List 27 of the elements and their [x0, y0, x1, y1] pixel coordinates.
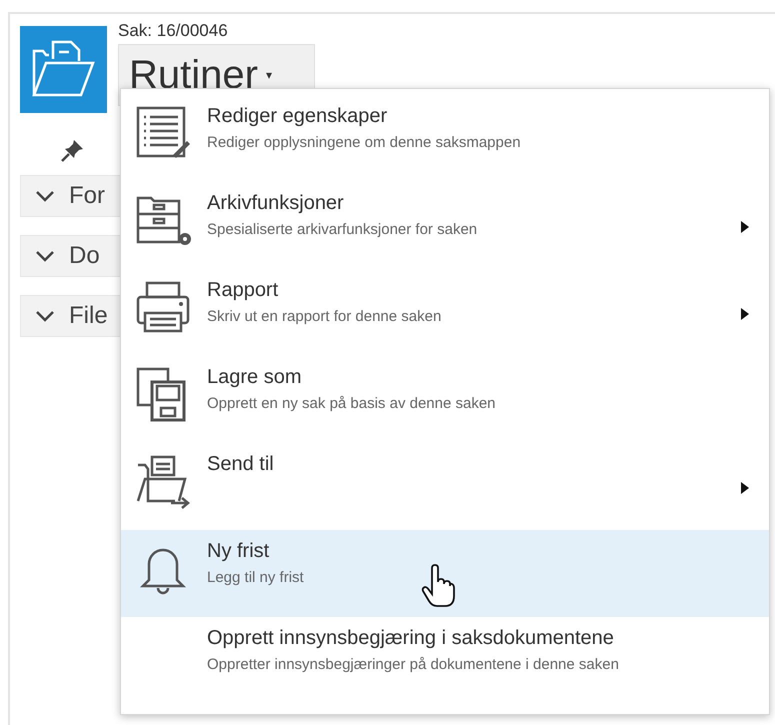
section-title: Do: [69, 242, 100, 270]
menu-item-description: Opprett en ny sak på basis av denne saken: [207, 395, 497, 412]
menu-item-description: Legg til ny frist: [207, 569, 305, 586]
menu-item[interactable]: Arkivfunksjoner Spesialiserte arkivarfunksjoner for saken: [121, 182, 769, 269]
menu-item[interactable]: Rapport Skriv ut en rapport for denne saken: [121, 269, 769, 356]
menu-item-description: Oppretter innsynsbegjæringer på dokumentene i denne saken: [207, 656, 620, 673]
menu-item-description: Rediger opplysningene om denne saksmappen: [207, 134, 522, 151]
section-title: File: [69, 302, 108, 330]
edit-list-icon: [135, 105, 191, 161]
printer-icon: [135, 279, 191, 335]
pin-icon[interactable]: [60, 137, 86, 163]
section-title: For: [69, 182, 105, 210]
hand-cursor-icon: [421, 564, 455, 608]
menu-item[interactable]: Lagre som Opprett en ny sak på basis av denne saken: [121, 356, 769, 443]
menu-item-title: Lagre som: [207, 366, 302, 389]
menu-item-title: Rapport: [207, 279, 280, 302]
menu-item-title: Opprett innsynsbegjæring i saksdokumentene: [207, 627, 615, 650]
case-number: Sak: 16/00046: [118, 20, 229, 42]
menu-item-title: Rediger egenskaper: [207, 105, 388, 128]
menu-item-title: Send til: [207, 453, 275, 476]
menu-item-title: Ny frist: [207, 540, 270, 563]
menu-item-title: Arkivfunksjoner: [207, 192, 345, 215]
menu-item-description: Skriv ut en rapport for denne saken: [207, 308, 442, 325]
menu-item[interactable]: Ny frist Legg til ny frist: [121, 530, 769, 617]
menu-item[interactable]: Send til: [121, 443, 769, 530]
menu-item-description: Spesialiserte arkivarfunksjoner for saken: [207, 221, 478, 238]
menu-item[interactable]: Opprett innsynsbegjæring i saksdokumentene Oppretter innsynsbegjæringer på dokumentene i denne saken: [121, 617, 769, 704]
